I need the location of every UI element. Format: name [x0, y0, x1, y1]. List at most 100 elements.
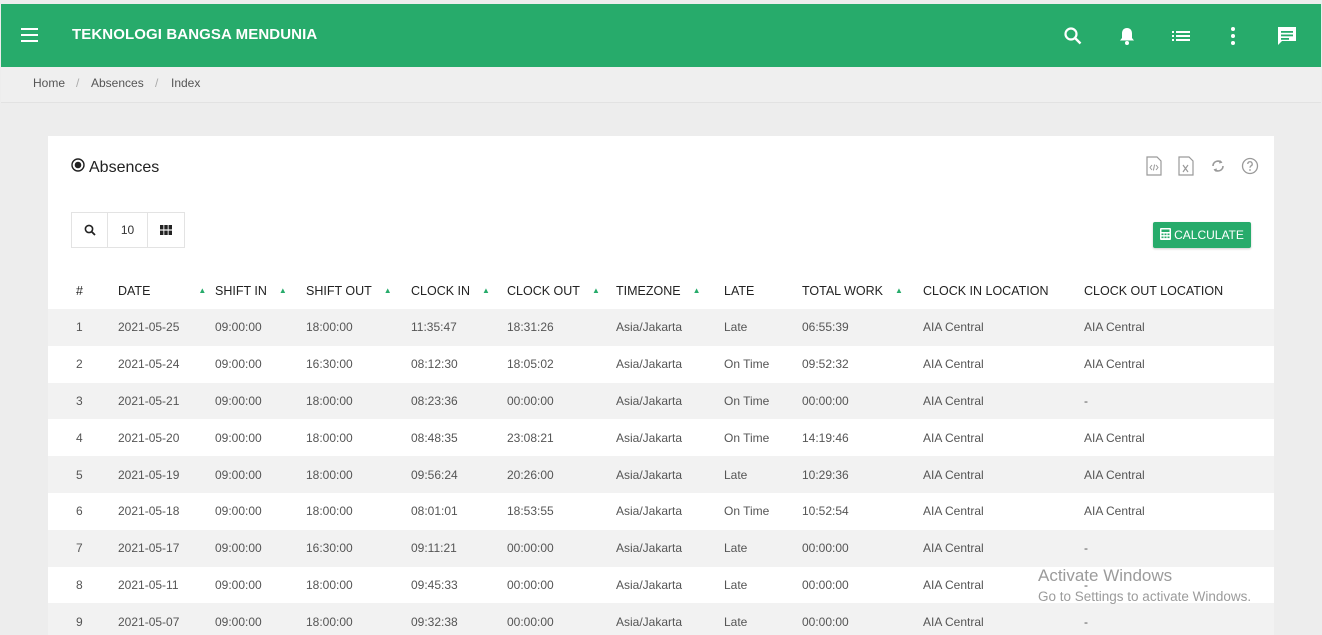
table-cell: 00:00:00	[507, 577, 554, 592]
table-cell: 6	[76, 504, 83, 519]
sort-ascending-icon[interactable]: ▲	[895, 286, 903, 295]
table-cell: 18:00:00	[306, 577, 353, 592]
table-cell: 2021-05-11	[118, 577, 179, 592]
list-icon[interactable]	[1169, 24, 1193, 48]
sort-ascending-icon[interactable]: ▲	[592, 286, 600, 295]
table-cell: Asia/Jakarta	[616, 504, 683, 519]
table-cell: Late	[724, 541, 748, 556]
table-cell: 18:00:00	[306, 614, 353, 629]
table-cell: Asia/Jakarta	[616, 614, 683, 629]
sort-ascending-icon[interactable]: ▲	[384, 286, 392, 295]
table-row[interactable]: 5 2021-05-19 09:00:00 18:00:00 09:56:24 20:26…	[48, 456, 1274, 493]
card-title-text: Absences	[89, 158, 160, 176]
table-cell: 2021-05-19	[118, 467, 180, 482]
table-cell: Late	[724, 614, 748, 629]
column-header-label: SHIFT OUT	[306, 284, 372, 298]
table-cell: Asia/Jakarta	[616, 357, 683, 372]
search-icon[interactable]	[1061, 24, 1085, 48]
table-cell: 5	[76, 467, 83, 482]
table-cell: AIA Central	[923, 357, 984, 372]
table-cell: 2021-05-24	[118, 357, 180, 372]
table-cell: 2021-05-18	[118, 504, 180, 519]
table-cell: Asia/Jakarta	[616, 393, 683, 408]
table-cell: 7	[76, 541, 83, 556]
table-cell: 09:00:00	[215, 357, 262, 372]
column-header-clock-out[interactable]: CLOCK OUT ▲	[507, 273, 616, 309]
table-cell: 09:00:00	[215, 577, 262, 592]
table-cell: 00:00:00	[802, 577, 849, 592]
column-header-label: CLOCK IN LOCATION	[923, 284, 1049, 298]
table-row[interactable]: 3 2021-05-21 09:00:00 18:00:00 08:23:36 00:00…	[48, 382, 1274, 420]
sort-ascending-icon[interactable]: ▲	[693, 286, 701, 295]
breadcrumb: Home / Absences / Index	[1, 67, 1321, 103]
table-cell: 09:00:00	[215, 393, 262, 408]
column-header-clock-in[interactable]: CLOCK IN ▲	[411, 273, 507, 309]
refresh-icon[interactable]	[1208, 155, 1228, 177]
table-cell: 00:00:00	[507, 541, 554, 556]
column-header-shift-in[interactable]: SHIFT IN ▲	[215, 273, 306, 309]
table-row[interactable]: 2 2021-05-24 09:00:00 16:30:00 08:12:30 18:05…	[48, 346, 1274, 383]
bell-icon[interactable]	[1115, 24, 1139, 48]
table-cell: 23:08:21	[507, 430, 554, 445]
search-toggle-button[interactable]	[72, 213, 108, 247]
column-header-clock-in-location: CLOCK IN LOCATION	[923, 273, 1084, 309]
column-header-number: #	[48, 273, 118, 309]
table-row[interactable]: 4 2021-05-20 09:00:00 18:00:00 08:48:35 23:08…	[48, 419, 1274, 456]
table-row[interactable]: 7 2021-05-17 09:00:00 16:30:00 09:11:21 00:00…	[48, 529, 1274, 567]
table-cell: 11:35:47	[411, 320, 457, 335]
table-cell: 4	[76, 430, 83, 445]
column-header-clock-out-location: CLOCK OUT LOCATION	[1084, 273, 1274, 309]
watermark-title: Activate Windows	[1038, 566, 1173, 585]
column-header-late: LATE	[724, 273, 802, 309]
chat-icon[interactable]	[1275, 24, 1299, 48]
sort-ascending-icon[interactable]: ▲	[279, 286, 287, 295]
table-cell: 2	[76, 357, 83, 372]
table-cell: 09:00:00	[215, 430, 262, 445]
calculate-button[interactable]: CALCULATE	[1153, 222, 1251, 248]
breadcrumb-absences[interactable]: Absences	[91, 76, 144, 90]
table-cell: 08:23:36	[411, 393, 458, 408]
export-excel-icon[interactable]	[1176, 155, 1196, 177]
more-vert-icon[interactable]	[1221, 24, 1245, 48]
sort-ascending-icon[interactable]: ▲	[198, 286, 206, 295]
top-app-bar: TEKNOLOGI BANGSA MENDUNIA	[1, 4, 1321, 67]
search-icon	[84, 224, 96, 236]
table-cell: 18:00:00	[306, 430, 353, 445]
table-cell: 09:11:21	[411, 541, 457, 556]
table-row[interactable]: 1 2021-05-25 09:00:00 18:00:00 11:35:47 18:31…	[48, 309, 1274, 346]
column-header-date[interactable]: DATE ▲	[118, 273, 215, 309]
table-cell: On Time	[724, 357, 770, 372]
table-cell: 08:12:30	[411, 357, 458, 372]
table-cell: 18:00:00	[306, 320, 353, 335]
sort-ascending-icon[interactable]: ▲	[482, 286, 490, 295]
table-cell: AIA Central	[1084, 430, 1145, 445]
table-cell: 00:00:00	[507, 393, 554, 408]
table-cell: AIA Central	[923, 467, 984, 482]
help-icon[interactable]	[1240, 155, 1260, 177]
table-cell: Asia/Jakarta	[616, 577, 683, 592]
breadcrumb-home[interactable]: Home	[33, 76, 65, 90]
page-size-select[interactable]: 10	[108, 213, 148, 247]
menu-icon[interactable]	[20, 26, 40, 44]
column-header-timezone[interactable]: TIMEZONE ▲	[616, 273, 724, 309]
table-cell: 18:31:26	[507, 320, 554, 335]
column-header-label: DATE	[118, 284, 151, 298]
columns-toggle-button[interactable]	[148, 213, 184, 247]
column-header-label: SHIFT IN	[215, 284, 267, 298]
column-header-label: CLOCK OUT	[507, 284, 580, 298]
table-cell: AIA Central	[923, 320, 984, 335]
table-cell: 18:05:02	[507, 357, 554, 372]
table-cell: 3	[76, 393, 83, 408]
export-code-icon[interactable]	[1144, 155, 1164, 177]
table-cell: On Time	[724, 504, 770, 519]
table-cell: 09:00:00	[215, 504, 262, 519]
breadcrumb-separator: /	[76, 76, 80, 90]
table-row[interactable]: 9 2021-05-07 09:00:00 18:00:00 09:32:38 00:00…	[48, 603, 1274, 635]
table-cell: AIA Central	[1084, 504, 1145, 519]
column-header-shift-out[interactable]: SHIFT OUT ▲	[306, 273, 411, 309]
table-cell: 08:01:01	[411, 504, 458, 519]
column-header-total-work[interactable]: TOTAL WORK ▲	[802, 273, 923, 309]
table-cell: 08:48:35	[411, 430, 458, 445]
table-row[interactable]: 6 2021-05-18 09:00:00 18:00:00 08:01:01 18:53…	[48, 493, 1274, 530]
activate-windows-watermark: Activate Windows Go to Settings to activ…	[1038, 566, 1251, 604]
